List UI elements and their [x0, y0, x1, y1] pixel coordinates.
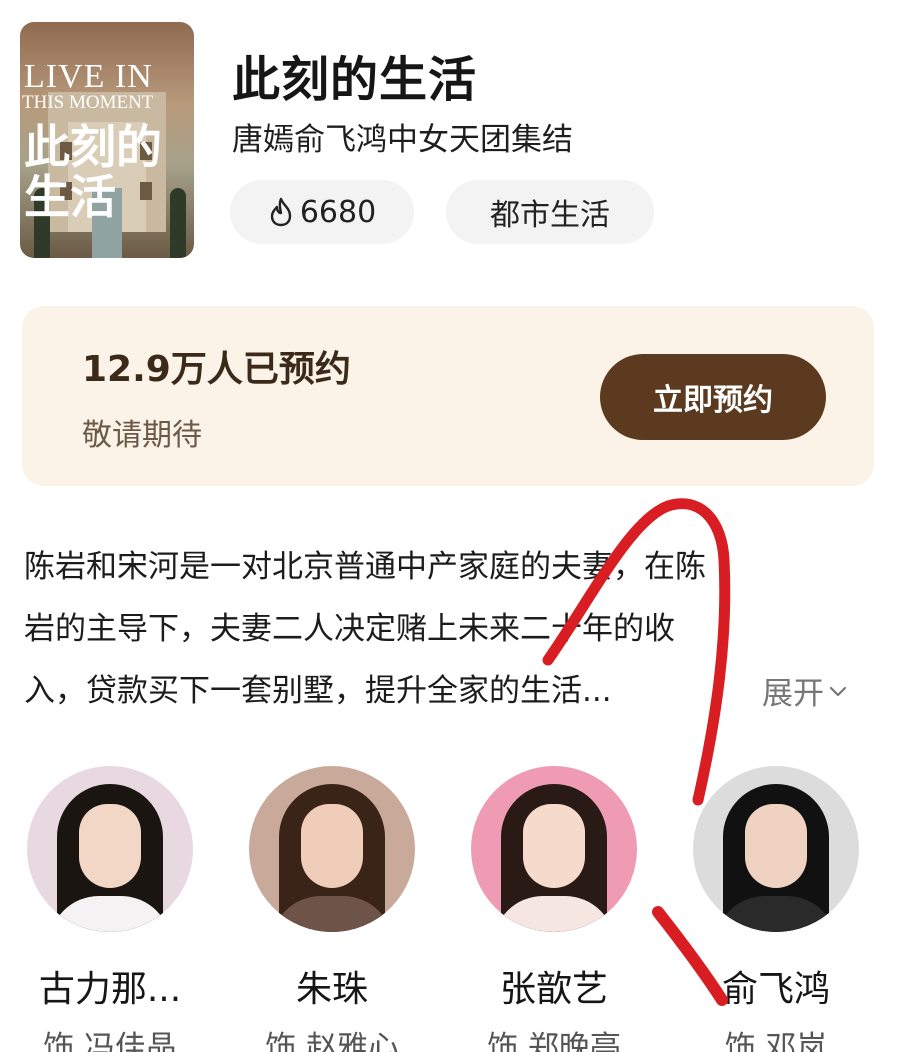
genre-tag[interactable]: 都市生活	[446, 180, 654, 244]
avatar	[249, 766, 415, 932]
reservation-subtext: 敬请期待	[82, 418, 202, 453]
avatar	[693, 766, 859, 932]
cast-member[interactable]: 张歆艺 饰 郑晚亭	[454, 766, 654, 1052]
flame-icon	[270, 197, 292, 227]
cast-name: 俞飞鸿	[721, 969, 830, 1010]
synopsis-line: 入，贷款买下一套别墅，提升全家的生活...	[24, 673, 612, 709]
cast-member[interactable]: 古力那... 饰 冯佳晶	[10, 766, 210, 1052]
reservation-count: 12.9万人已预约	[82, 349, 351, 390]
poster-title-en-1: LIVE IN	[24, 58, 153, 95]
synopsis-text: 陈岩和宋河是一对北京普通中产家庭的夫妻，在陈 岩的主导下，夫妻二人决定赌上未来二…	[24, 536, 874, 722]
cast-list: 古力那... 饰 冯佳晶 朱珠 饰 赵雅心 张歆艺 饰 郑晚亭 俞飞鸿 饰 邓岚	[0, 766, 906, 1052]
heat-value: 6680	[299, 194, 377, 230]
cast-member[interactable]: 朱珠 饰 赵雅心	[232, 766, 432, 1052]
cast-role: 饰 冯佳晶	[43, 1030, 177, 1052]
avatar	[471, 766, 637, 932]
expand-button[interactable]: 展开	[762, 668, 848, 713]
synopsis-line: 陈岩和宋河是一对北京普通中产家庭的夫妻，在陈	[24, 549, 706, 585]
cast-role: 饰 郑晚亭	[487, 1030, 621, 1052]
avatar	[27, 766, 193, 932]
poster-title-en-2: THIS MOMENT	[22, 92, 154, 113]
poster-title-cn: 此刻的生活	[24, 120, 162, 224]
cast-name: 张歆艺	[499, 969, 608, 1010]
heat-badge: 6680	[230, 180, 414, 244]
synopsis-line: 岩的主导下，夫妻二人决定赌上未来二十年的收	[24, 611, 675, 647]
reservation-card: 12.9万人已预约 敬请期待 立即预约	[22, 306, 874, 486]
cast-member[interactable]: 俞飞鸿 饰 邓岚	[676, 766, 876, 1052]
cast-name: 朱珠	[295, 969, 368, 1010]
cast-role: 饰 赵雅心	[265, 1030, 399, 1052]
reserve-now-button[interactable]: 立即预约	[600, 354, 826, 440]
cast-name: 古力那...	[38, 969, 182, 1010]
cast-role: 饰 邓岚	[724, 1030, 828, 1052]
drama-title: 此刻的生活	[232, 52, 478, 108]
drama-subtitle: 唐嫣俞飞鸿中女天团集结	[232, 122, 573, 158]
drama-detail-page: LIVE IN THIS MOMENT 此刻的生活 此刻的生活 唐嫣俞飞鸿中女天…	[0, 0, 906, 1052]
expand-label: 展开	[762, 676, 824, 712]
drama-poster[interactable]: LIVE IN THIS MOMENT 此刻的生活	[20, 22, 194, 258]
chevron-down-icon	[829, 686, 847, 696]
